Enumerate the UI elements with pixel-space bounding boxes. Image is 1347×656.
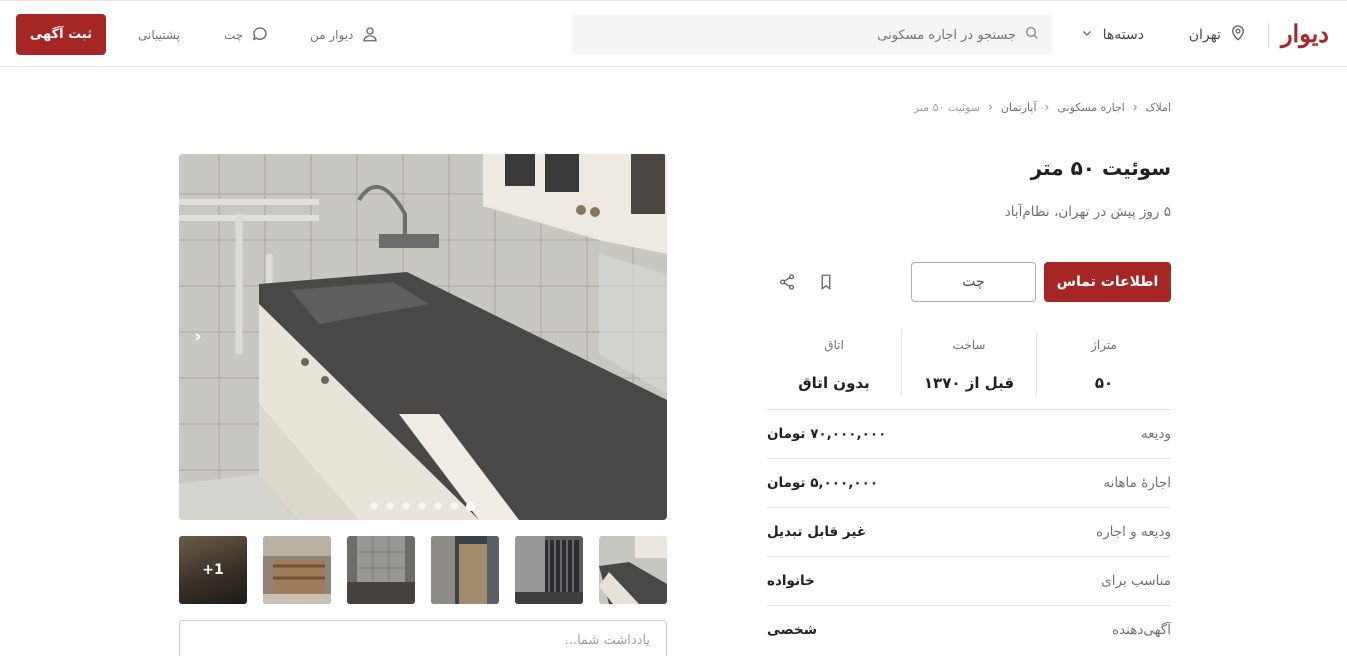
detail-value: غیر قابل تبدیل [767,524,867,540]
search-input[interactable] [856,27,1016,43]
stat-label: متراژ [1091,338,1117,352]
chat-bubble-icon [251,25,269,46]
detail-value: شخصی [767,622,817,638]
share-icon[interactable] [775,270,799,294]
user-icon [361,25,379,46]
detail-label: مناسب برای [1101,573,1171,589]
more-count: +1 [202,562,224,578]
stat-value: ۵۰ [1094,374,1114,392]
pagination-dot[interactable] [418,502,426,510]
listing-subtitle: ۵ روز پیش در تهران، نظام‌آباد [1004,204,1171,220]
search-bar[interactable] [572,15,1052,55]
thumbnail-image[interactable] [347,536,415,604]
support-label: پشتیبانی [138,28,180,42]
stat-value: بدون اتاق [798,374,870,392]
chevron-left-icon: ‹ [988,100,993,114]
search-icon [1024,25,1040,45]
detail-row: ودیعه ۷۰,۰۰۰,۰۰۰ تومان [767,409,1171,458]
chevron-left-icon: ‹ [1044,100,1050,114]
breadcrumb-item[interactable]: آپارتمان [1001,101,1037,114]
stats-bar: متراژ ۵۰ ساخت قبل از ۱۳۷۰ اتاق بدون اتاق [767,330,1171,396]
my-divar-link[interactable]: دیوار من [310,23,379,47]
thumbnail-image[interactable] [431,536,499,604]
listing-title: سوئیت ۵۰ متر [1030,156,1171,180]
thumbnail-image[interactable] [599,536,667,604]
pagination-dot[interactable] [386,502,394,510]
stat-rooms: اتاق بدون اتاق [767,330,901,396]
chevron-right-icon[interactable]: › [188,326,208,347]
detail-label: آگهی‌دهنده [1111,622,1171,638]
detail-value: ۵,۰۰۰,۰۰۰ تومان [767,475,879,491]
pagination-dot-active[interactable] [466,501,475,511]
stat-value: قبل از ۱۳۷۰ [923,374,1015,392]
categories-label: دسته‌ها [1102,27,1144,43]
my-divar-label: دیوار من [310,28,354,42]
detail-row: مناسب برای خانواده [767,556,1171,605]
main-listing-image[interactable] [179,154,667,520]
stat-label: ساخت [952,338,986,352]
thumbnail-strip: +1 [179,536,667,604]
detail-row: اجارهٔ ماهانه ۵,۰۰۰,۰۰۰ تومان [767,458,1171,507]
stat-area: متراژ ۵۰ [1036,330,1171,396]
chat-label: چت [224,28,244,42]
stat-label: اتاق [824,338,844,352]
chat-button[interactable]: چت [911,262,1036,302]
image-pagination [370,501,475,511]
chevron-left-icon: ‹ [1132,100,1138,114]
stat-built: ساخت قبل از ۱۳۷۰ [901,330,1036,396]
support-link[interactable]: پشتیبانی [138,23,180,47]
note-box[interactable] [179,620,667,656]
breadcrumb: املاک ‹ اجاره مسکونی ‹ آپارتمان ‹ سوئیت … [914,100,1171,114]
breadcrumb-item[interactable]: اجاره مسکونی [1057,101,1124,114]
chat-link[interactable]: چت [224,23,269,47]
note-input[interactable] [196,633,650,655]
details-list: ودیعه ۷۰,۰۰۰,۰۰۰ تومان اجارهٔ ماهانه ۵,۰… [767,409,1171,654]
breadcrumb-item[interactable]: املاک [1146,101,1171,114]
detail-label: ودیعه و اجاره [1096,524,1171,540]
categories-dropdown[interactable]: دسته‌ها [1074,23,1144,47]
city-selector[interactable]: تهران [1189,23,1247,47]
thumbnail-more[interactable]: +1 [179,536,247,604]
divar-logo[interactable]: دیوار [1281,19,1330,48]
contact-info-button[interactable]: اطلاعات تماس [1044,262,1171,302]
thumbnail-image[interactable] [515,536,583,604]
breadcrumb-current: سوئیت ۵۰ متر [913,100,981,114]
header-divider [1268,23,1269,47]
detail-row: آگهی‌دهنده شخصی [767,605,1171,654]
bookmark-icon[interactable] [814,270,838,294]
location-icon [1229,24,1247,46]
detail-label: اجارهٔ ماهانه [1103,475,1171,491]
detail-value: خانواده [767,573,815,589]
detail-row: ودیعه و اجاره غیر قابل تبدیل [767,507,1171,556]
pagination-dot[interactable] [434,502,442,510]
detail-label: ودیعه [1140,426,1171,442]
post-ad-button[interactable]: ثبت آگهی [16,14,106,55]
pagination-dot[interactable] [370,502,378,510]
top-header: دیوار تهران دسته‌ها دیوار من چت پشتیبانی… [0,0,1347,67]
detail-value: ۷۰,۰۰۰,۰۰۰ تومان [767,426,887,442]
thumbnail-image[interactable] [263,536,331,604]
pagination-dot[interactable] [402,502,410,510]
chevron-down-icon [1081,27,1093,43]
city-label: تهران [1188,27,1221,43]
pagination-dot[interactable] [450,502,458,510]
